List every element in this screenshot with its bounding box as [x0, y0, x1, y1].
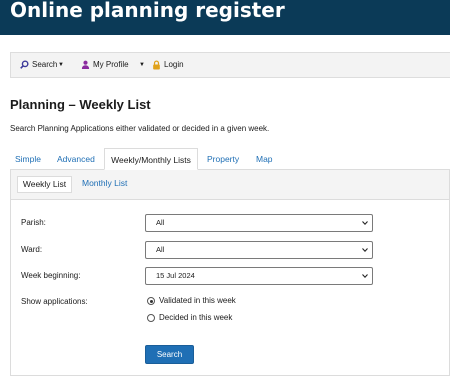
user-icon — [81, 60, 90, 69]
page-title-main: Planning — [10, 97, 65, 112]
ward-select[interactable]: All — [145, 241, 373, 259]
weekly-list-panel: Weekly List Monthly List Parish: All War… — [10, 170, 450, 376]
tab-weekly-monthly-lists[interactable]: Weekly/Monthly Lists — [104, 148, 198, 170]
parish-label: Parish: — [21, 218, 46, 227]
search-icon — [20, 60, 29, 69]
nav-search-label: Search — [32, 60, 58, 69]
ward-select-value: All — [156, 245, 165, 254]
week-beginning-label: Week beginning: — [21, 271, 81, 280]
ward-label: Ward: — [21, 245, 43, 254]
nav-search-menu[interactable]: Search ▼ — [20, 53, 68, 77]
week-beginning-select[interactable]: 15 Jul 2024 — [145, 267, 373, 285]
chevron-down-icon — [362, 221, 368, 225]
radio-decided-indicator — [147, 314, 155, 322]
nav-profile-menu[interactable]: My Profile ▼ — [81, 53, 149, 77]
nav-login-label: Login — [164, 60, 184, 69]
chevron-down-icon: ▼ — [139, 62, 145, 68]
main-navbar: Search ▼ My Profile ▼ Login — [10, 52, 450, 78]
header-banner: Online planning register — [0, 0, 450, 35]
week-beginning-select-value: 15 Jul 2024 — [156, 271, 195, 280]
show-applications-label: Show applications: — [21, 297, 88, 306]
parish-select-value: All — [156, 218, 165, 227]
page-title-sub: – Weekly List — [64, 97, 151, 112]
page-intro: Search Planning Applications either vali… — [10, 124, 270, 133]
tab-advanced[interactable]: Advanced — [57, 153, 95, 170]
nav-login-link[interactable]: Login — [152, 53, 188, 77]
radio-validated-label: Validated in this week — [159, 296, 236, 305]
subtab-monthly-list[interactable]: Monthly List — [82, 176, 127, 193]
tab-property[interactable]: Property — [207, 153, 239, 170]
search-button[interactable]: Search — [145, 345, 194, 364]
lock-icon — [153, 60, 160, 70]
subtab-weekly-list[interactable]: Weekly List — [17, 176, 72, 193]
list-type-subnav: Weekly List Monthly List — [11, 170, 449, 200]
chevron-down-icon: ▼ — [58, 62, 64, 68]
tab-map[interactable]: Map — [256, 153, 273, 170]
nav-profile-label: My Profile — [93, 60, 129, 69]
chevron-down-icon — [362, 274, 368, 278]
radio-validated-indicator — [147, 297, 155, 305]
parish-select[interactable]: All — [145, 214, 373, 232]
site-title: Online planning register — [10, 0, 285, 22]
page-title: Planning – Weekly List — [10, 97, 151, 112]
tab-simple[interactable]: Simple — [15, 153, 41, 170]
radio-decided-label: Decided in this week — [159, 313, 233, 322]
chevron-down-icon — [362, 248, 368, 252]
